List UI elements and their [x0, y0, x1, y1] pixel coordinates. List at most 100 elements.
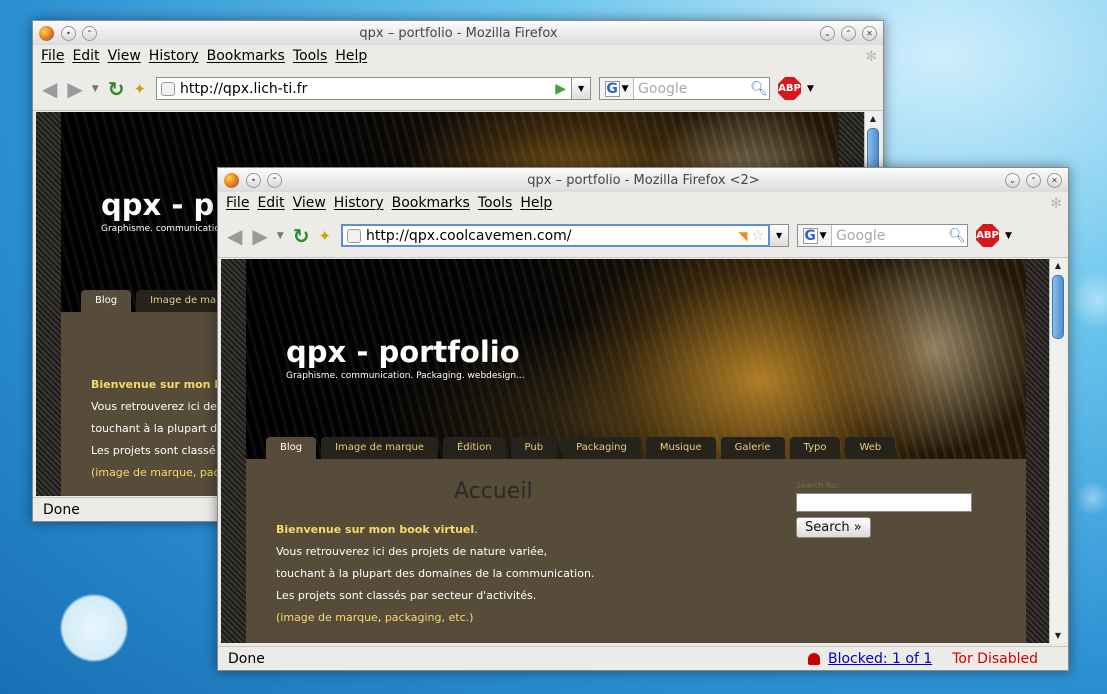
url-dropdown-icon[interactable]: ▼	[770, 224, 790, 247]
history-dropdown-icon[interactable]: ▼	[277, 231, 284, 241]
site-tagline: Graphisme. communicatio	[101, 224, 220, 234]
welcome-period: .	[474, 523, 478, 536]
keep-above-icon[interactable]: ⌃	[267, 172, 282, 188]
forward-arrow-icon[interactable]: ▶	[252, 224, 267, 248]
reload-icon[interactable]: ↻	[293, 224, 310, 248]
scrollbar[interactable]: ▲ ▼	[1049, 259, 1066, 643]
home-bookmark-icon[interactable]: ✦	[133, 80, 146, 98]
google-icon: G	[604, 80, 620, 97]
maximize-icon[interactable]: ⌃	[1026, 172, 1041, 188]
adblock-dropdown-icon[interactable]: ▼	[1005, 231, 1012, 241]
rss-feed-icon[interactable]: ◥	[738, 229, 747, 243]
menu-help[interactable]: Help	[520, 195, 552, 211]
url-text[interactable]: http://qpx.lich-ti.fr	[180, 81, 555, 97]
menu-history[interactable]: History	[149, 48, 199, 64]
bookmark-star-icon[interactable]: ☆	[751, 228, 764, 244]
site-header: qpx - portfolio Graphisme. communication…	[246, 259, 1026, 459]
back-arrow-icon[interactable]: ◀	[42, 77, 57, 101]
tab-image-de-marque[interactable]: Image de marque	[321, 437, 438, 459]
menu-tools[interactable]: Tools	[478, 195, 513, 211]
adblock-icon[interactable]: ABP	[976, 224, 1000, 247]
search-icon[interactable]: 🔍︎	[749, 81, 769, 97]
link-packaging[interactable]: packaging	[385, 611, 442, 624]
menu-view[interactable]: View	[293, 195, 326, 211]
blocked-content-icon[interactable]	[807, 652, 820, 665]
adblock-dropdown-icon[interactable]: ▼	[807, 84, 814, 94]
keep-above-icon[interactable]: ⌃	[82, 25, 97, 41]
welcome-text: Bienvenue sur mon boo	[91, 378, 238, 391]
scroll-up-icon[interactable]: ▲	[1050, 259, 1066, 273]
site-tagline: Graphisme. communication. Packaging. web…	[286, 371, 525, 381]
tab-web[interactable]: Web	[845, 437, 896, 459]
back-arrow-icon[interactable]: ◀	[227, 224, 242, 248]
adblock-icon[interactable]: ABP	[778, 77, 802, 100]
menu-bookmarks[interactable]: Bookmarks	[207, 48, 285, 64]
tab-pub[interactable]: Pub	[510, 437, 558, 459]
site-title[interactable]: qpx - portfolio	[286, 335, 520, 369]
page-heading: Accueil	[454, 479, 533, 504]
url-dropdown-icon[interactable]: ▼	[572, 77, 592, 100]
minimize-icon[interactable]: ⌄	[1005, 172, 1020, 188]
history-dropdown-icon[interactable]: ▼	[92, 84, 99, 94]
url-bar[interactable]: http://qpx.coolcavemen.com/ ◥ ☆	[341, 224, 771, 247]
sticky-icon[interactable]: •	[61, 25, 76, 41]
title-bar[interactable]: • ⌃ qpx – portfolio - Mozilla Firefox ⌄ …	[33, 21, 883, 45]
forward-arrow-icon[interactable]: ▶	[67, 77, 82, 101]
menu-view[interactable]: View	[108, 48, 141, 64]
menu-edit[interactable]: Edit	[257, 195, 284, 211]
link-image-de-marque[interactable]: image de marque	[95, 466, 193, 479]
url-bar[interactable]: http://qpx.lich-ti.fr ▶	[156, 77, 573, 100]
home-bookmark-icon[interactable]: ✦	[318, 227, 331, 245]
throbber-icon: ✻	[1050, 196, 1062, 212]
site-search-input[interactable]	[796, 493, 972, 512]
tab-edition[interactable]: Édition	[442, 437, 506, 459]
tab-galerie[interactable]: Galerie	[720, 437, 785, 459]
menu-help[interactable]: Help	[335, 48, 367, 64]
scroll-thumb[interactable]	[1052, 275, 1064, 339]
intro-line: touchant à la plupart des domaines de la…	[276, 567, 595, 580]
search-engine-selector[interactable]: G ▼	[798, 225, 833, 246]
window-title: qpx – portfolio - Mozilla Firefox <2>	[527, 172, 760, 188]
menu-tools[interactable]: Tools	[293, 48, 328, 64]
maximize-icon[interactable]: ⌃	[841, 25, 856, 41]
search-icon[interactable]: 🔍︎	[947, 228, 967, 244]
throbber-icon: ✻	[865, 49, 877, 65]
menu-edit[interactable]: Edit	[72, 48, 99, 64]
sticky-icon[interactable]: •	[246, 172, 261, 188]
search-placeholder[interactable]: Google	[634, 81, 749, 97]
menu-file[interactable]: File	[226, 195, 249, 211]
welcome-text: Bienvenue sur mon book virtuel	[276, 523, 475, 536]
link-image-de-marque[interactable]: image de marque	[280, 611, 378, 624]
google-icon: G	[802, 227, 818, 244]
browser-window-front[interactable]: • ⌃ qpx – portfolio - Mozilla Firefox <2…	[217, 167, 1069, 671]
title-bar[interactable]: • ⌃ qpx – portfolio - Mozilla Firefox <2…	[218, 168, 1068, 192]
close-icon[interactable]: ✕	[1047, 172, 1062, 188]
minimize-icon[interactable]: ⌄	[820, 25, 835, 41]
menu-file[interactable]: File	[41, 48, 64, 64]
site-search-button[interactable]: Search »	[796, 517, 871, 538]
menu-history[interactable]: History	[334, 195, 384, 211]
search-engine-selector[interactable]: G ▼	[600, 78, 635, 99]
close-icon[interactable]: ✕	[862, 25, 877, 41]
tab-blog[interactable]: Blog	[81, 290, 132, 312]
site-title[interactable]: qpx - p	[101, 188, 214, 222]
go-arrow-icon[interactable]: ▶	[555, 81, 566, 97]
reload-icon[interactable]: ↻	[108, 77, 125, 101]
menu-bar: File Edit View History Bookmarks Tools H…	[218, 192, 1068, 214]
tab-musique[interactable]: Musique	[645, 437, 716, 459]
scroll-up-icon[interactable]: ▲	[865, 112, 881, 126]
search-box[interactable]: G ▼ Google 🔍︎	[599, 77, 771, 100]
tab-typo[interactable]: Typo	[789, 437, 841, 459]
tab-packaging[interactable]: Packaging	[562, 437, 641, 459]
site-nav-tabs: Blog Image de marque Édition Pub Packagi…	[266, 437, 900, 459]
tab-blog[interactable]: Blog	[266, 437, 317, 459]
menu-bar: File Edit View History Bookmarks Tools H…	[33, 45, 883, 67]
search-placeholder[interactable]: Google	[832, 228, 947, 244]
blocked-count-link[interactable]: Blocked: 1 of 1	[828, 651, 932, 667]
menu-bookmarks[interactable]: Bookmarks	[392, 195, 470, 211]
scroll-down-icon[interactable]: ▼	[1050, 629, 1066, 643]
search-box[interactable]: G ▼ Google 🔍︎	[797, 224, 969, 247]
firefox-icon	[224, 172, 239, 188]
url-text[interactable]: http://qpx.coolcavemen.com/	[366, 228, 738, 244]
tor-status[interactable]: Tor Disabled	[952, 651, 1038, 667]
